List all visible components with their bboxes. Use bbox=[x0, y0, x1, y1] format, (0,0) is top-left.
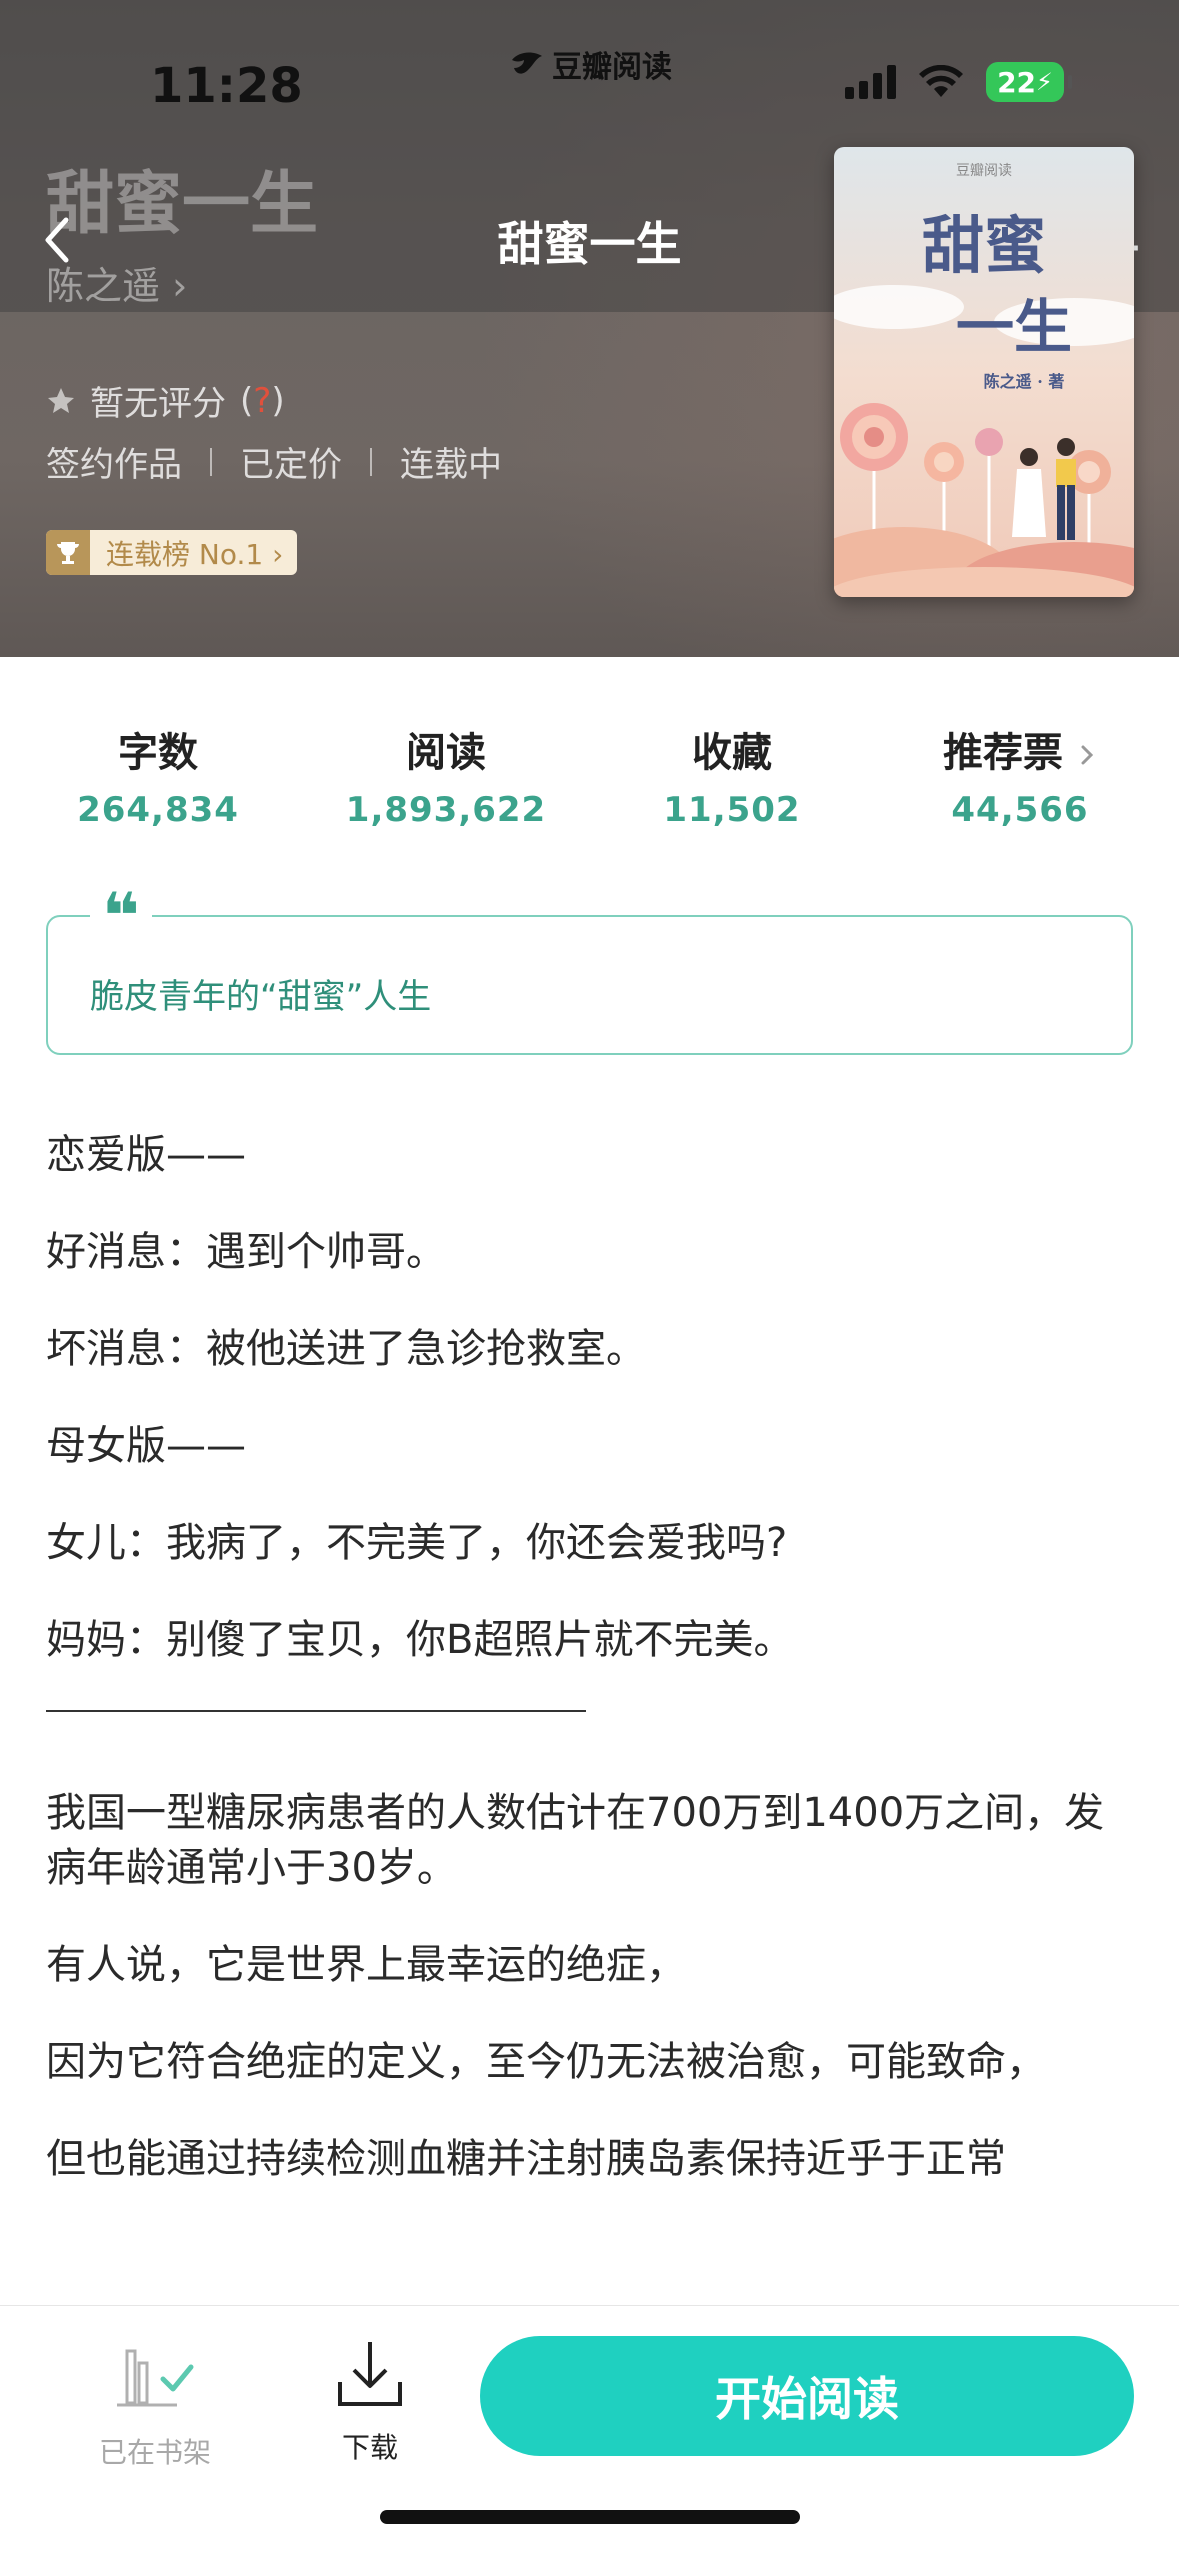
home-indicator bbox=[380, 2510, 800, 2524]
stat-favorites: 收藏 11,502 bbox=[602, 720, 862, 830]
description-line: 恋爱版—— bbox=[46, 1132, 246, 1178]
description-line: 妈妈：别傻了宝贝，你B超照片就不完美。 bbox=[46, 1617, 794, 1663]
description-line: 坏消息：被他送进了急诊抢救室。 bbox=[46, 1326, 646, 1372]
stat-value: 1,893,622 bbox=[345, 790, 547, 830]
description-divider bbox=[46, 1710, 586, 1712]
book-tags: 签约作品 已定价 连载中 bbox=[46, 437, 502, 486]
tag-priced: 已定价 bbox=[240, 445, 342, 485]
tag-serializing: 连载中 bbox=[400, 445, 502, 485]
cellular-signal-icon bbox=[845, 65, 896, 99]
stat-label: 阅读 bbox=[406, 730, 486, 776]
description-line: 但也能通过持续检测血糖并注射胰岛素保持近乎于正常 bbox=[46, 2136, 1006, 2182]
star-icon bbox=[48, 387, 74, 413]
description-line: 因为它符合绝症的定义，至今仍无法被治愈，可能致命， bbox=[46, 2039, 1046, 2085]
download-button[interactable]: 下载 bbox=[320, 2336, 420, 2466]
status-time: 11:28 bbox=[150, 58, 303, 114]
stat-value: 11,502 bbox=[663, 790, 801, 830]
stat-label: 推荐票 bbox=[890, 720, 1150, 778]
wifi-icon bbox=[919, 65, 963, 97]
tag-divider bbox=[210, 447, 212, 476]
tagline-text: 脆皮青年的“甜蜜”人生 bbox=[90, 977, 432, 1017]
rank-badge[interactable]: 连载榜 No.1 › bbox=[46, 530, 298, 575]
rating-text: 暂无评分 bbox=[90, 384, 226, 424]
stat-recommend-votes[interactable]: 推荐票 44,566 bbox=[890, 720, 1150, 830]
rating-row: 暂无评分 (?) bbox=[46, 376, 285, 425]
start-reading-button[interactable]: 开始阅读 bbox=[480, 2336, 1134, 2456]
bookshelf-label: 已在书架 bbox=[98, 2436, 211, 2469]
tagline-box: ❝ 脆皮青年的“甜蜜”人生 bbox=[46, 885, 1133, 1055]
trophy-icon bbox=[46, 530, 90, 575]
stat-word-count: 字数 264,834 bbox=[28, 720, 288, 830]
book-cover[interactable]: 豆瓣阅读 甜蜜 一生 陈之遥 · 著 bbox=[834, 147, 1134, 597]
battery-level: 22 bbox=[997, 65, 1037, 99]
book-cover-illustration: 豆瓣阅读 甜蜜 一生 陈之遥 · 著 bbox=[834, 147, 1134, 597]
rank-label: 连载榜 No.1 › bbox=[106, 537, 284, 571]
status-app-name: 豆瓣阅读 bbox=[552, 50, 672, 85]
tag-signed: 签约作品 bbox=[46, 445, 182, 485]
cover-publisher: 豆瓣阅读 bbox=[956, 162, 1012, 179]
book-description: 恋爱版—— 好消息：遇到个帅哥。 坏消息：被他送进了急诊抢救室。 母女版—— 女… bbox=[46, 1128, 1146, 2229]
bookshelf-check-icon bbox=[117, 2349, 194, 2407]
description-line: 女儿：我病了，不完美了，你还会爱我吗? bbox=[46, 1520, 788, 1566]
stat-reads: 阅读 1,893,622 bbox=[316, 720, 576, 830]
description-line: 好消息：遇到个帅哥。 bbox=[46, 1229, 446, 1275]
stat-label: 字数 bbox=[118, 730, 198, 776]
quote-icon: ❝ bbox=[90, 885, 152, 949]
cover-author: 陈之遥 · 著 bbox=[984, 372, 1065, 391]
stat-label: 收藏 bbox=[692, 730, 772, 776]
bookshelf-button[interactable]: 已在书架 bbox=[95, 2341, 215, 2471]
download-label: 下载 bbox=[341, 2431, 398, 2464]
description-line: 有人说，它是世界上最幸运的绝症， bbox=[46, 1942, 686, 1988]
description-line: 母女版—— bbox=[46, 1423, 246, 1469]
chevron-right-icon bbox=[1081, 745, 1094, 765]
stat-value: 264,834 bbox=[77, 790, 239, 830]
download-icon bbox=[338, 2342, 402, 2406]
battery-icon: 22 ⚡ bbox=[986, 62, 1072, 102]
description-line: 我国一型糖尿病患者的人数估计在700万到1400万之间，发病年龄通常小于30岁。 bbox=[46, 1790, 1105, 1891]
rating-help-button[interactable]: (?) bbox=[240, 381, 285, 421]
book-stats: 字数 264,834 阅读 1,893,622 收藏 11,502 推荐票 44… bbox=[0, 720, 1179, 830]
author-link[interactable]: 陈之遥 › bbox=[46, 255, 187, 310]
status-app-indicator: 豆瓣阅读 bbox=[510, 42, 672, 86]
cover-title-line2: 一生 bbox=[956, 293, 1072, 361]
cover-title-line1: 甜蜜 bbox=[922, 209, 1046, 282]
book-header: 11:28 豆瓣阅读 22⚡ 甜蜜一生 甜蜜一生 陈之遥 › ··· 暂无评分 bbox=[0, 0, 1179, 657]
tag-divider bbox=[370, 447, 372, 476]
douban-bird-icon bbox=[512, 52, 542, 74]
status-indicators: 22 ⚡ bbox=[845, 62, 1072, 102]
stat-value: 44,566 bbox=[951, 790, 1089, 830]
